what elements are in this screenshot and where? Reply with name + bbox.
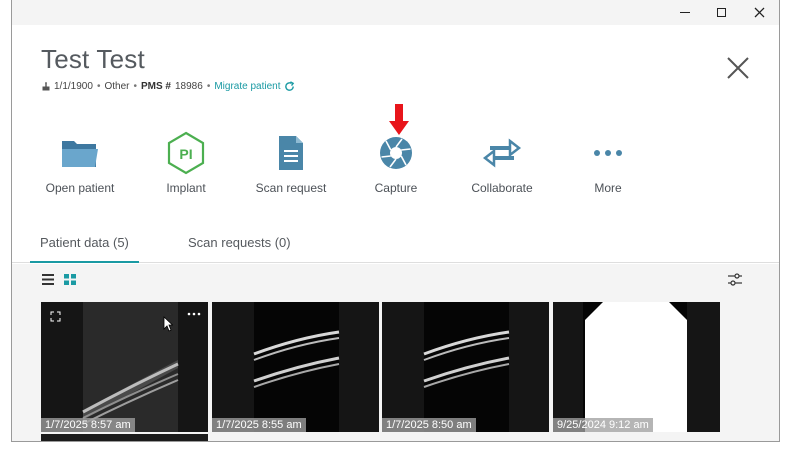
pms-number: 18986 — [175, 81, 203, 92]
implant-button[interactable]: PI Implant — [136, 130, 236, 195]
tab-patient-data[interactable]: Patient data (5) — [30, 235, 139, 263]
separator-dot: • — [96, 81, 101, 92]
scan-image — [553, 302, 720, 432]
more-dots-icon — [594, 150, 622, 156]
more-button[interactable]: More — [558, 130, 658, 195]
tab-scan-requests[interactable]: Scan requests (0) — [188, 235, 291, 250]
list-view-icon[interactable] — [42, 274, 54, 285]
thumbnail-date: 9/25/2024 9:12 am — [553, 418, 653, 432]
thumbnail-date: 1/7/2025 8:55 am — [212, 418, 306, 432]
separator-dot: • — [133, 81, 137, 92]
minimize-button[interactable] — [670, 2, 700, 22]
implant-label: Implant — [166, 181, 206, 195]
xray-image — [41, 302, 208, 432]
thumbnail-card[interactable]: 1/7/2025 8:50 am — [382, 302, 549, 432]
birthday-icon — [42, 82, 50, 91]
scan-request-button[interactable]: Scan request — [241, 130, 341, 195]
thumbnail-card[interactable]: 9/25/2024 9:12 am — [553, 302, 720, 432]
minimize-icon — [680, 11, 690, 13]
collaborate-button[interactable]: Collaborate — [452, 130, 552, 195]
scan-request-label: Scan request — [255, 181, 327, 195]
maximize-icon — [716, 7, 726, 17]
thumbnail-grid: 1/7/2025 8:57 am 1/7/2025 8:55 am 1/7/20… — [12, 298, 779, 441]
close-patient-button[interactable] — [725, 55, 751, 81]
patient-gender: Other — [104, 81, 130, 92]
svg-text:PI: PI — [179, 146, 192, 162]
thumbnail-card[interactable]: 1/7/2025 8:55 am — [212, 302, 379, 432]
implant-hexagon-icon: PI — [167, 131, 205, 175]
capture-label: Capture — [374, 181, 418, 195]
open-patient-label: Open patient — [45, 181, 115, 195]
xray-image — [212, 302, 379, 432]
action-toolbar: Open patient PI Implant Scan request Cap… — [12, 130, 779, 200]
patient-name: Test Test — [41, 44, 145, 74]
more-label: More — [594, 181, 622, 195]
more-options-icon[interactable] — [187, 312, 201, 316]
separator-dot: • — [206, 81, 211, 92]
thumbnail-card-partial[interactable] — [41, 434, 208, 441]
document-icon — [279, 136, 303, 170]
thumbnail-card[interactable]: 1/7/2025 8:57 am — [41, 302, 208, 432]
pms-label: PMS # — [140, 81, 171, 92]
migrate-patient-link[interactable]: Migrate patient — [214, 81, 280, 92]
thumbnail-date: 1/7/2025 8:50 am — [382, 418, 476, 432]
patient-meta: 1/1/1900 • Other • PMS # 18986 • Migrate… — [42, 81, 295, 92]
refresh-icon[interactable] — [284, 81, 295, 92]
thumbnail-date: 1/7/2025 8:57 am — [41, 418, 135, 432]
collaborate-label: Collaborate — [471, 181, 533, 195]
grid-view-icon[interactable] — [64, 274, 76, 285]
xray-image — [382, 302, 549, 432]
capture-button[interactable]: Capture — [346, 130, 446, 195]
patient-birthdate: 1/1/1900 — [54, 81, 93, 92]
window-close-button[interactable] — [744, 2, 774, 22]
app-window: Test Test 1/1/1900 • Other • PMS # 18986… — [11, 0, 780, 442]
tab-bar: Patient data (5) Scan requests (0) — [12, 233, 779, 263]
swap-arrows-icon — [482, 138, 522, 168]
title-bar — [12, 0, 779, 25]
aperture-icon — [380, 137, 412, 169]
close-icon — [754, 7, 764, 17]
maximize-button[interactable] — [706, 2, 736, 22]
expand-icon[interactable] — [50, 311, 61, 322]
mouse-cursor-icon — [163, 316, 173, 332]
open-patient-button[interactable]: Open patient — [30, 130, 130, 195]
filter-sliders-icon[interactable] — [728, 272, 742, 288]
folder-icon — [62, 141, 98, 167]
view-toolbar — [12, 264, 779, 298]
